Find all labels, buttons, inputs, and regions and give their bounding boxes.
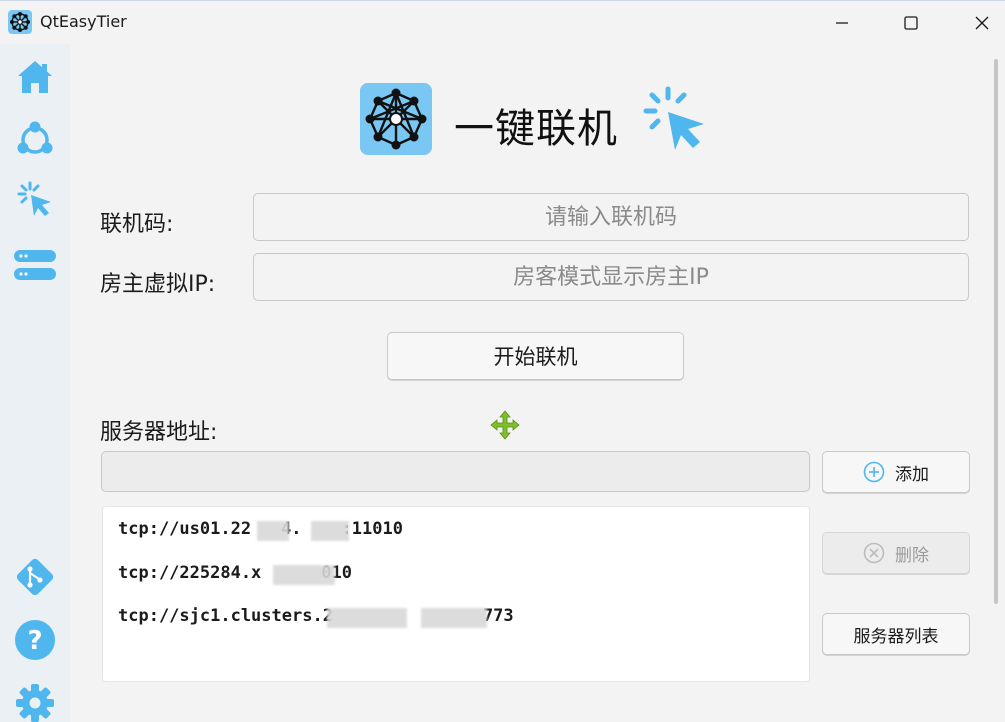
code-input[interactable] [253, 193, 969, 241]
window-title: QtEasyTier [40, 12, 127, 31]
app-logo-icon [8, 10, 32, 34]
maximize-button[interactable] [888, 1, 934, 44]
redaction-blur [273, 565, 335, 585]
sidebar: ? [0, 44, 70, 722]
click-cursor-icon [17, 181, 51, 216]
maximize-icon [904, 15, 918, 30]
server-label: 服务器地址: [100, 420, 218, 445]
network-group-icon [17, 121, 53, 154]
redaction-blur [421, 608, 487, 628]
title-bar: QtEasyTier [0, 1, 1005, 44]
sidebar-item-one-click[interactable] [12, 177, 58, 223]
redaction-blur [311, 521, 349, 541]
start-button[interactable]: 开始联机 [387, 332, 684, 380]
close-button[interactable] [959, 1, 1005, 44]
sidebar-item-home[interactable] [12, 54, 58, 100]
click-cursor-icon [643, 86, 704, 150]
add-server-label: 添加 [895, 464, 929, 485]
main-panel: 一键联机 联机码: 房主虚拟IP: 开始联机 服务器地址: [72, 44, 993, 722]
page-title: 一键联机 [454, 106, 618, 152]
redaction-blur [327, 608, 407, 628]
server-list-button[interactable]: 服务器列表 [822, 613, 970, 655]
sidebar-item-servers[interactable] [12, 242, 58, 288]
add-circle-icon [863, 461, 885, 483]
sidebar-item-help[interactable]: ? [12, 617, 58, 663]
sidebar-item-settings[interactable] [12, 680, 58, 722]
delete-circle-icon [863, 542, 885, 564]
start-button-label: 开始联机 [493, 345, 578, 369]
delete-server-label: 删除 [895, 545, 929, 566]
close-icon [975, 16, 989, 29]
host-ip-label: 房主虚拟IP: [100, 272, 216, 297]
git-icon [16, 558, 54, 596]
help-icon: ? [15, 620, 55, 660]
app-logo-large-icon [360, 83, 432, 155]
gear-icon [16, 684, 54, 722]
server-list[interactable]: tcp://us01.22 4.:11010 tcp://225284.x 010 … [102, 506, 810, 682]
app-window: QtEasyTier ? 一键联机 联机码: 请输入联机码 房主虚拟IP: 房客… [0, 0, 1005, 722]
move-cursor-icon [490, 410, 520, 440]
sidebar-item-network[interactable] [12, 116, 58, 162]
minimize-button[interactable] [819, 1, 865, 44]
home-icon [18, 61, 52, 93]
server-list-icon [14, 250, 56, 280]
server-list-label: 服务器列表 [853, 626, 939, 647]
vertical-scrollbar[interactable] [994, 59, 998, 604]
redaction-blur [257, 521, 289, 541]
host-ip-input[interactable] [253, 253, 969, 301]
code-label: 联机码: [100, 212, 174, 237]
svg-text:?: ? [27, 626, 42, 656]
sidebar-item-git[interactable] [12, 554, 58, 600]
add-server-button[interactable]: 添加 [822, 451, 970, 493]
delete-server-button[interactable]: 删除 [822, 532, 970, 574]
minimize-icon [836, 21, 848, 24]
server-address-input[interactable] [101, 451, 810, 492]
